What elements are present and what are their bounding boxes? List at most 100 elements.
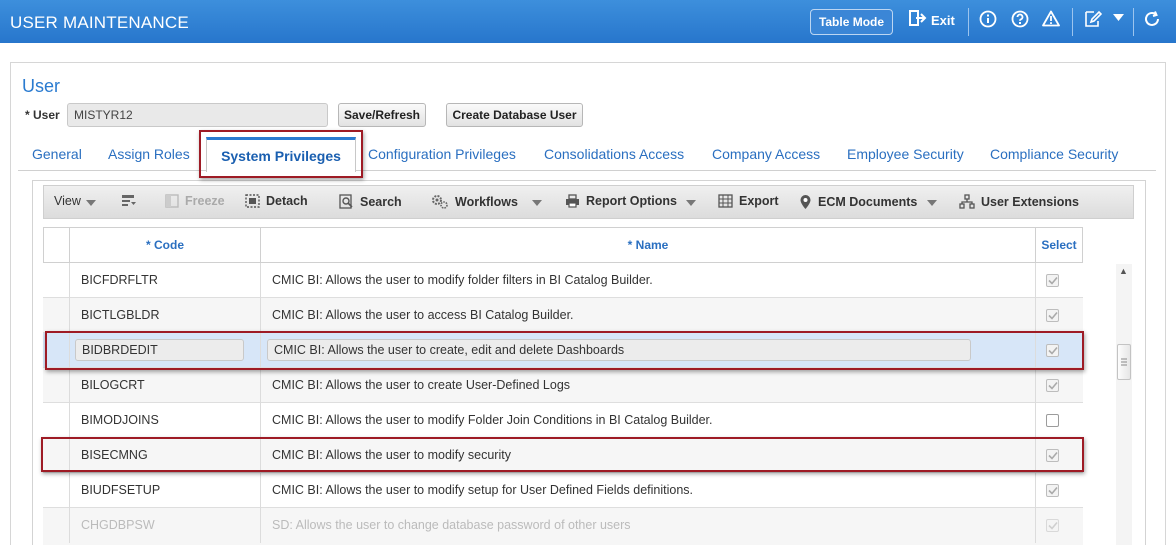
select-column-header[interactable]: Select <box>1036 228 1082 262</box>
select-checkbox[interactable] <box>1046 484 1059 497</box>
filter-icon[interactable] <box>121 194 137 209</box>
view-menu[interactable]: View <box>54 194 81 208</box>
code-edit-field[interactable]: BIDBRDEDIT <box>75 339 244 361</box>
view-chevron-icon[interactable] <box>86 200 96 206</box>
export-button[interactable]: Export <box>718 194 779 208</box>
select-checkbox[interactable] <box>1046 519 1059 532</box>
edit-icon[interactable] <box>1084 10 1102 28</box>
table-mode-button[interactable]: Table Mode <box>810 9 893 35</box>
grid-toolbar: View Freeze Detach Search Workflows Repo… <box>43 185 1134 219</box>
warning-icon[interactable] <box>1042 10 1060 27</box>
user-field-label: * User <box>25 108 60 122</box>
location-pin-icon <box>799 194 812 210</box>
code-cell: BIUDFSETUP <box>81 483 161 497</box>
tab-consolidations-access[interactable]: Consolidations Access <box>544 146 684 162</box>
exit-button[interactable]: Exit <box>909 10 955 32</box>
select-checkbox[interactable] <box>1046 449 1059 462</box>
report-options-button[interactable]: Report Options <box>565 194 677 208</box>
table-row[interactable]: BICTLGBLDR CMIC BI: Allows the user to a… <box>43 298 1083 333</box>
code-cell: CHGDBPSW <box>81 518 155 532</box>
tab-system-privileges[interactable]: System Privileges <box>206 137 356 172</box>
detach-button[interactable]: Detach <box>245 194 308 208</box>
table-row[interactable]: BICFDRFLTR CMIC BI: Allows the user to m… <box>43 263 1083 298</box>
hierarchy-icon <box>959 194 975 209</box>
select-checkbox[interactable] <box>1046 344 1059 357</box>
grid-header: * Code * Name Select <box>43 227 1083 263</box>
code-column-header[interactable]: * Code <box>70 228 261 262</box>
detach-label: Detach <box>266 194 308 208</box>
user-extensions-button[interactable]: User Extensions <box>959 194 1079 209</box>
name-cell: CMIC BI: Allows the user to create User-… <box>272 378 571 392</box>
name-cell: CMIC BI: Allows the user to modify Folde… <box>272 413 713 427</box>
search-button[interactable]: Search <box>339 194 402 209</box>
freeze-label: Freeze <box>185 194 225 208</box>
save-refresh-button[interactable]: Save/Refresh <box>338 103 426 127</box>
tab-configuration-privileges[interactable]: Configuration Privileges <box>368 146 516 162</box>
code-cell: BIMODJOINS <box>81 413 159 427</box>
ecm-documents-label: ECM Documents <box>818 195 918 209</box>
chevron-down-icon[interactable] <box>1113 14 1124 22</box>
ecm-documents-button[interactable]: ECM Documents <box>799 194 917 210</box>
detach-icon <box>245 194 260 208</box>
table-row[interactable]: BIMODJOINS CMIC BI: Allows the user to m… <box>43 403 1083 438</box>
code-cell: BICTLGBLDR <box>81 308 160 322</box>
select-checkbox[interactable] <box>1046 379 1059 392</box>
gear-icon <box>431 194 449 209</box>
table-row[interactable]: CHGDBPSW SD: Allows the user to change d… <box>43 508 1083 545</box>
tab-compliance-security[interactable]: Compliance Security <box>990 146 1118 162</box>
scroll-up-icon[interactable]: ▲ <box>1119 266 1128 276</box>
exit-label: Exit <box>931 13 955 28</box>
select-checkbox[interactable] <box>1046 309 1059 322</box>
workflows-label: Workflows <box>455 194 518 209</box>
refresh-icon[interactable] <box>1143 10 1161 28</box>
workflows-chevron-icon[interactable] <box>532 200 542 206</box>
export-label: Export <box>739 194 779 208</box>
table-row-selected[interactable]: BIDBRDEDIT CMIC BI: Allows the user to c… <box>43 333 1083 368</box>
tab-general[interactable]: General <box>32 146 82 162</box>
code-cell: BICFDRFLTR <box>81 273 158 287</box>
code-cell: BISECMNG <box>81 448 148 462</box>
name-edit-field[interactable]: CMIC BI: Allows the user to create, edit… <box>267 339 971 361</box>
workflows-button[interactable]: Workflows <box>431 194 518 209</box>
report-options-label: Report Options <box>586 194 677 208</box>
vertical-scrollbar[interactable] <box>1116 264 1132 545</box>
app-title: USER MAINTENANCE <box>10 13 189 32</box>
name-column-header[interactable]: * Name <box>261 228 1036 262</box>
code-cell: BILOGCRT <box>81 378 145 392</box>
tab-employee-security[interactable]: Employee Security <box>847 146 964 162</box>
app-header: USER MAINTENANCE Table Mode Exit <box>0 0 1176 43</box>
header-divider-3 <box>1133 8 1134 36</box>
name-cell: SD: Allows the user to change database p… <box>272 518 631 532</box>
tabs-baseline <box>18 170 1156 171</box>
scrollbar-thumb[interactable] <box>1117 344 1131 380</box>
search-icon <box>339 194 354 209</box>
name-cell: CMIC BI: Allows the user to access BI Ca… <box>272 308 574 322</box>
row-selector-header <box>44 228 70 262</box>
name-cell: CMIC BI: Allows the user to modify secur… <box>272 448 511 462</box>
name-cell: CMIC BI: Allows the user to modify folde… <box>272 273 653 287</box>
exit-icon <box>909 10 927 32</box>
search-label: Search <box>360 194 402 209</box>
tab-assign-roles[interactable]: Assign Roles <box>108 146 190 162</box>
section-title: User <box>22 76 61 96</box>
user-input[interactable]: MISTYR12 <box>67 103 328 127</box>
table-row[interactable]: BIUDFSETUP CMIC BI: Allows the user to m… <box>43 473 1083 508</box>
export-icon <box>718 194 733 208</box>
freeze-icon <box>165 194 179 208</box>
ecm-documents-chevron-icon[interactable] <box>927 200 937 206</box>
header-divider-2 <box>1072 8 1073 36</box>
view-label: View <box>54 194 81 208</box>
create-database-user-button[interactable]: Create Database User <box>446 103 583 127</box>
select-checkbox[interactable] <box>1046 274 1059 287</box>
help-icon[interactable] <box>1011 10 1029 28</box>
table-row[interactable]: BISECMNG CMIC BI: Allows the user to mod… <box>43 438 1083 473</box>
printer-icon <box>565 194 580 208</box>
user-extensions-label: User Extensions <box>981 194 1079 209</box>
info-icon[interactable] <box>979 10 997 28</box>
header-divider <box>968 8 969 36</box>
report-options-chevron-icon[interactable] <box>686 200 696 206</box>
table-row[interactable]: BILOGCRT CMIC BI: Allows the user to cre… <box>43 368 1083 403</box>
tab-company-access[interactable]: Company Access <box>712 146 820 162</box>
freeze-button[interactable]: Freeze <box>165 194 225 208</box>
select-checkbox[interactable] <box>1046 414 1059 427</box>
